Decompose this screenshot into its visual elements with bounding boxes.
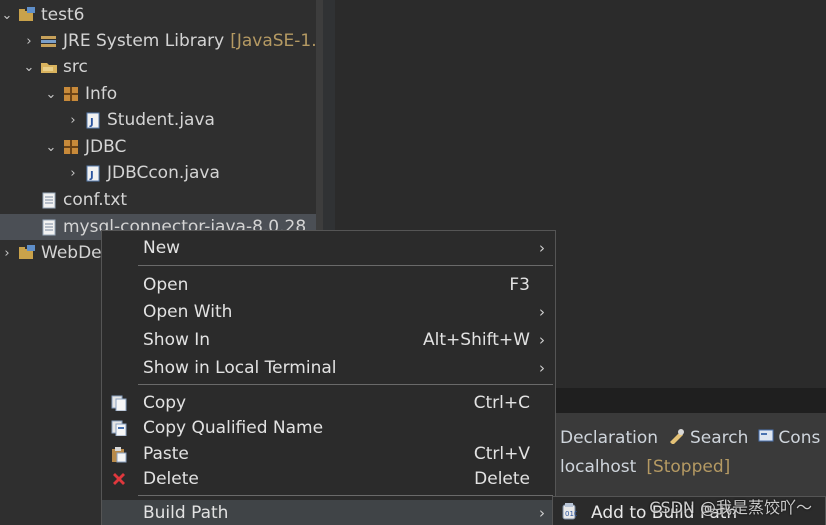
menu-item-accelerator: Delete [474,469,530,489]
menu-item-label: Delete [143,469,199,489]
svg-text:J: J [89,117,94,128]
menu-item-label: Copy [143,393,187,413]
menu-item-accelerator: Alt+Shift+W [423,330,530,350]
chevron-right-icon[interactable]: › [66,166,80,181]
chevron-down-icon[interactable]: ⌄ [0,8,14,23]
bottom-panel-tabs: Declaration Search Cons [560,424,826,452]
chevron-down-icon[interactable]: ⌄ [22,60,36,75]
menu-item-delete[interactable]: Delete Delete [102,466,555,492]
tree-item-jre-library[interactable]: › JRE System Library [JavaSE-1.8 [0,28,338,54]
menu-separator [138,495,553,496]
menu-item-label: Show in Local Terminal [143,358,337,378]
menu-separator [138,265,553,266]
tree-item-decoration: [JavaSE-1.8 [230,31,328,51]
add-to-build-path-icon: 010 [561,502,578,525]
tree-item-label: JDBCcon.java [107,163,220,183]
tree-item-package-jdbc[interactable]: ⌄ JDBC [0,134,360,160]
tree-item-label: conf.txt [63,190,128,210]
tree-item-label: src [63,57,88,77]
eclipse-window: ⌄ test6 › JRE System Library [JavaSE-1.8… [0,0,826,525]
svg-text:J: J [89,170,94,181]
menu-item-copy[interactable]: Copy Ctrl+C [102,390,555,416]
tab-console[interactable]: Cons [758,428,820,448]
tab-label: Search [690,428,749,448]
copy-qualified-icon [110,419,128,437]
menu-item-paste[interactable]: Paste Ctrl+V [102,441,555,467]
svg-text:010: 010 [565,510,577,518]
server-status: [Stopped] [646,457,731,477]
tree-item-src[interactable]: ⌄ src [0,54,338,80]
delete-icon [110,470,128,488]
chevron-down-icon[interactable]: ⌄ [44,140,58,155]
tab-declaration[interactable]: Declaration [560,428,658,448]
copy-icon [110,394,128,412]
menu-item-label: Show In [143,330,211,350]
java-file-icon: J [84,111,102,129]
chevron-down-icon[interactable]: ⌄ [44,87,58,102]
menu-item-show-in-local-terminal[interactable]: Show in Local Terminal › [102,355,555,381]
chevron-right-icon[interactable]: › [66,113,80,128]
server-entry[interactable]: localhost [Stopped] [560,454,730,480]
tree-item-conf-txt[interactable]: conf.txt [0,187,338,213]
tree-item-package-info[interactable]: ⌄ Info [0,81,360,107]
tab-label: Declaration [560,428,659,448]
project-icon [18,6,36,24]
submenu-arrow-icon: › [539,239,545,257]
submenu-arrow-icon: › [539,331,545,349]
menu-item-label: Open [143,275,189,295]
tree-item-label: Student.java [107,110,215,130]
paste-icon [110,445,128,463]
submenu-arrow-icon: › [539,359,545,377]
menu-item-build-path[interactable]: Build Path › [102,500,555,525]
tree-item-label: JRE System Library [63,31,225,51]
source-folder-icon [40,58,58,76]
menu-item-label: Open With [143,302,233,322]
tab-label: Cons [778,428,821,448]
tree-item-project-test6[interactable]: ⌄ test6 [0,2,316,28]
menu-item-open-with[interactable]: Open With › [102,299,555,325]
context-menu: New › Open F3 Open With › Show In Alt+Sh… [101,230,556,525]
text-file-icon [40,191,58,209]
chevron-right-icon[interactable]: › [22,34,36,49]
menu-item-label: Copy Qualified Name [143,418,324,438]
menu-item-show-in[interactable]: Show In Alt+Shift+W › [102,327,555,353]
menu-item-accelerator: Ctrl+V [473,444,530,464]
menu-item-accelerator: Ctrl+C [473,393,530,413]
menu-item-copy-qualified-name[interactable]: Copy Qualified Name [102,415,555,441]
menu-item-accelerator: F3 [509,275,530,295]
chevron-right-icon[interactable]: › [0,246,14,261]
package-icon [62,138,80,156]
search-icon [668,428,686,449]
tree-item-label: Info [85,84,118,104]
menu-item-label: Paste [143,444,189,464]
project-icon [18,244,36,262]
jar-file-icon [40,218,58,236]
package-icon [62,85,80,103]
submenu-arrow-icon: › [539,504,545,522]
menu-item-open[interactable]: Open F3 [102,272,555,298]
library-icon [40,32,58,50]
menu-item-label: Build Path [143,503,229,523]
console-icon [758,428,774,448]
submenu-arrow-icon: › [539,303,545,321]
tab-search[interactable]: Search [668,428,748,449]
menu-separator [138,384,553,385]
tree-scrollbar[interactable] [316,0,323,232]
server-name: localhost [560,457,637,477]
tree-item-label: JDBC [85,137,127,157]
tree-item-label: WebDe [41,243,102,263]
java-file-icon: J [84,164,102,182]
watermark: CSDN @我是蒸饺吖～ [649,498,812,517]
menu-item-label: New [143,238,181,258]
tree-item-label: test6 [41,5,85,25]
menu-item-new[interactable]: New › [102,235,555,261]
